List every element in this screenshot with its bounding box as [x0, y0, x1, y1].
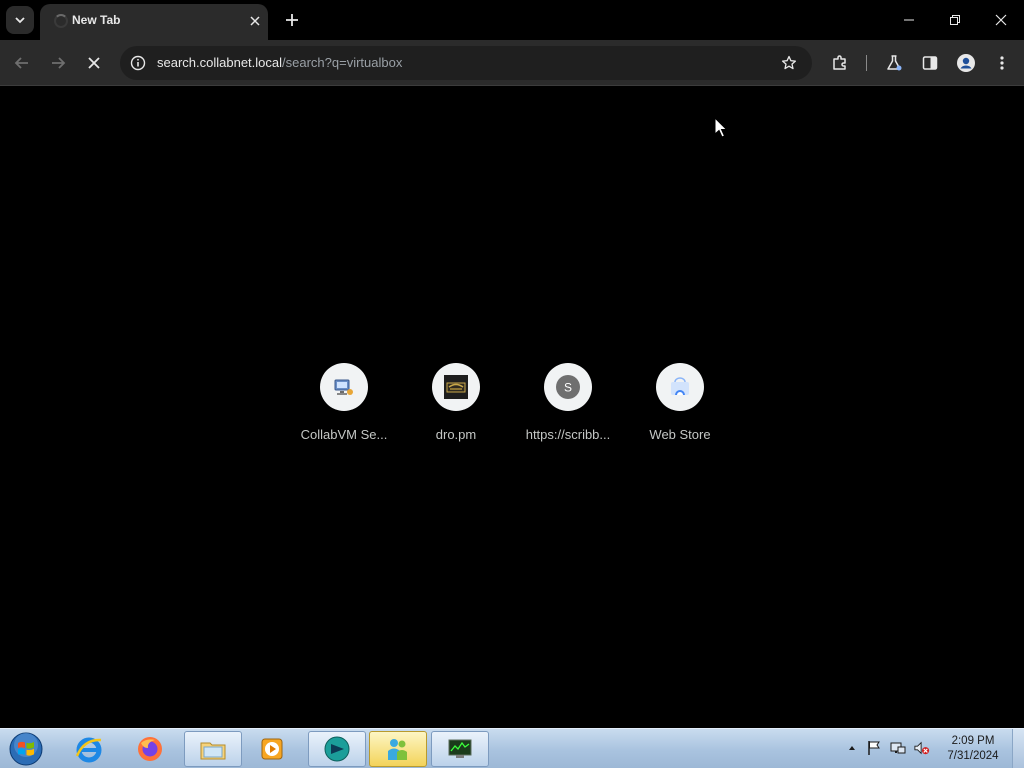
taskbar-windows-explorer[interactable]: [184, 731, 242, 767]
tab-strip: New Tab: [0, 0, 1024, 40]
bookmark-star-button[interactable]: [778, 52, 800, 74]
taskbar-chrome-like-browser[interactable]: [308, 731, 366, 767]
flask-icon: [887, 55, 902, 71]
internet-explorer-icon: [75, 737, 102, 763]
tray-network[interactable]: [890, 740, 906, 756]
forward-button[interactable]: [44, 49, 72, 77]
minimize-icon: [904, 19, 914, 21]
shortcut-label: CollabVM Se...: [300, 427, 388, 442]
network-icon: [890, 742, 906, 754]
windows-taskbar: 2:09 PM 7/31/2024: [0, 728, 1024, 768]
info-icon: [130, 55, 146, 71]
browser-globe-icon: [324, 736, 350, 762]
tray-volume[interactable]: [914, 740, 930, 756]
taskbar-media-player[interactable]: [243, 731, 301, 767]
collabvm-favicon-icon: [334, 379, 353, 395]
menu-button[interactable]: [988, 49, 1016, 77]
avatar-letter: S: [564, 381, 572, 395]
taskbar-task-manager[interactable]: [431, 731, 489, 767]
new-tab-page: CollabVM Se... dro.pm S https://scribb..…: [0, 87, 1024, 728]
media-player-icon: [261, 738, 283, 760]
star-icon: [781, 55, 797, 70]
show-desktop-button[interactable]: [1012, 729, 1024, 768]
shortcut-icon-circle: [432, 363, 480, 411]
plus-icon: [286, 14, 298, 26]
close-icon: [995, 14, 1007, 26]
shortcut-tile[interactable]: Web Store: [632, 363, 728, 453]
side-panel-icon: [922, 56, 938, 70]
messenger-people-icon: [388, 739, 407, 760]
tab-new-tab[interactable]: New Tab: [40, 4, 268, 40]
windows-start-orb-icon: [9, 732, 43, 766]
site-info-button[interactable]: [128, 53, 148, 73]
shortcut-label: Web Store: [649, 427, 711, 442]
start-button[interactable]: [6, 731, 46, 767]
close-icon: [88, 57, 100, 69]
url-path: /search?q=virtualbox: [282, 55, 403, 70]
shortcut-tile[interactable]: CollabVM Se...: [296, 363, 392, 453]
new-tab-button[interactable]: [280, 8, 304, 32]
tab-title: New Tab: [72, 13, 121, 27]
taskbar-messenger[interactable]: [369, 731, 427, 767]
stop-loading-button[interactable]: [80, 49, 108, 77]
browser-toolbar: search.collabnet.local/search?q=virtualb…: [0, 40, 1024, 86]
volume-muted-icon: [914, 741, 930, 755]
labs-button[interactable]: [880, 49, 908, 77]
tab-close-button[interactable]: [246, 12, 264, 30]
url-text[interactable]: search.collabnet.local/search?q=virtualb…: [157, 55, 402, 70]
clock-date: 7/31/2024: [947, 750, 999, 762]
shortcut-label: dro.pm: [435, 427, 477, 442]
minimize-button[interactable]: [886, 0, 932, 40]
taskbar-firefox[interactable]: [121, 731, 179, 767]
chevron-up-icon: [849, 746, 855, 750]
firefox-icon: [138, 737, 162, 761]
avatar-icon: [957, 54, 975, 72]
close-icon: [250, 16, 260, 26]
restore-button[interactable]: [932, 0, 978, 40]
arrow-left-icon: [14, 57, 28, 69]
task-manager-monitor-icon: [448, 739, 472, 758]
shortcut-tile[interactable]: S https://scribb...: [520, 363, 616, 453]
side-panel-button[interactable]: [916, 49, 944, 77]
shortcut-icon-circle: [656, 363, 704, 411]
mouse-pointer-icon: [714, 117, 728, 138]
loading-spinner-icon: [54, 14, 68, 28]
letter-s-avatar-icon: S: [556, 375, 580, 399]
taskbar-internet-explorer[interactable]: [60, 731, 118, 767]
tray-action-center[interactable]: [866, 740, 882, 756]
extensions-button[interactable]: [826, 49, 854, 77]
show-hidden-icons-button[interactable]: [844, 740, 860, 756]
web-store-favicon-icon: [671, 377, 689, 395]
shortcut-icon-circle: S: [544, 363, 592, 411]
folder-icon: [200, 742, 226, 760]
shortcut-tile[interactable]: dro.pm: [408, 363, 504, 453]
back-button[interactable]: [8, 49, 36, 77]
url-host: search.collabnet.local: [157, 55, 283, 70]
chevron-down-icon: [15, 17, 25, 24]
dro-pm-favicon-icon: [444, 375, 468, 399]
address-bar[interactable]: search.collabnet.local/search?q=virtualb…: [120, 46, 812, 80]
more-vert-icon: [1000, 56, 1004, 70]
shortcut-label: https://scribb...: [525, 427, 611, 442]
close-window-button[interactable]: [978, 0, 1024, 40]
restore-icon: [950, 15, 960, 25]
taskbar-clock[interactable]: 2:09 PM 7/31/2024: [938, 734, 1008, 764]
flag-icon: [868, 741, 880, 755]
profile-button[interactable]: [952, 49, 980, 77]
tab-search-button[interactable]: [6, 6, 34, 34]
puzzle-icon: [833, 55, 846, 70]
toolbar-separator: [866, 55, 867, 71]
arrow-right-icon: [52, 57, 66, 69]
clock-time: 2:09 PM: [951, 735, 995, 747]
shortcut-icon-circle: [320, 363, 368, 411]
